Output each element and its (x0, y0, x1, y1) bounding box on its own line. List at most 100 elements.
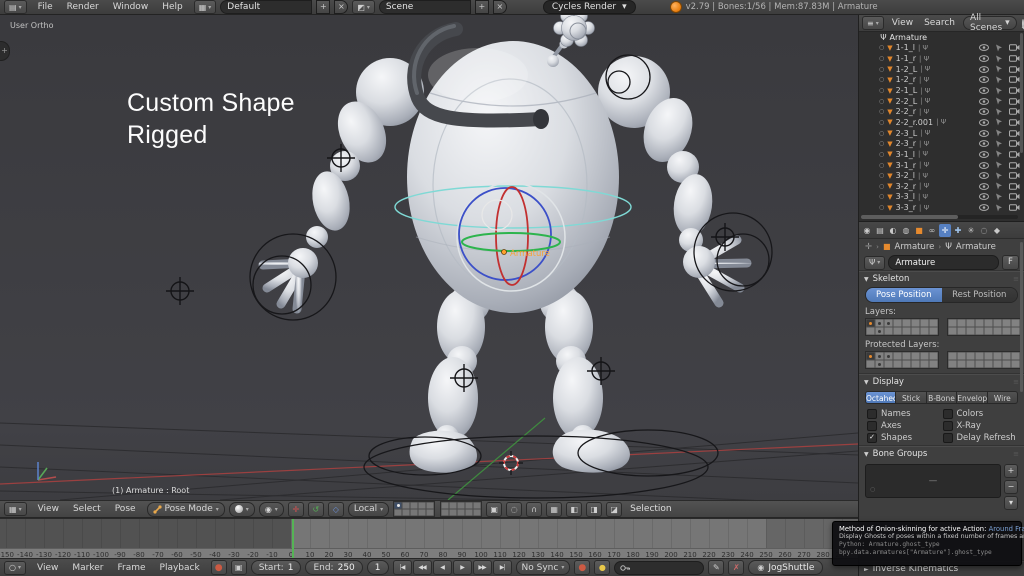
outliner-row[interactable]: ○ ▼ 3-1_l | Ψ (859, 149, 1020, 160)
outliner-row[interactable]: ○ ▼ 1-1_l | Ψ (859, 43, 1020, 54)
outliner-row[interactable]: ○ ▼ 2-3_L | Ψ (859, 128, 1020, 139)
topbar-menu[interactable]: Render (60, 2, 106, 12)
renderable-camera-icon[interactable] (1008, 119, 1020, 126)
layer-cell[interactable] (984, 360, 993, 368)
screen-layout-field[interactable]: Default (220, 0, 312, 14)
renderable-camera-icon[interactable] (1008, 66, 1020, 73)
layer-cell[interactable] (893, 352, 902, 360)
expand-toggle-icon[interactable]: ○ (879, 140, 884, 147)
layer-cell[interactable] (893, 319, 902, 327)
selectable-arrow-icon[interactable] (993, 65, 1005, 73)
manipulator-scale-icon[interactable]: ◇ (328, 502, 344, 517)
expand-toggle-icon[interactable]: ○ (879, 87, 884, 94)
layer-cell[interactable] (911, 327, 920, 335)
layer-cell[interactable] (966, 360, 975, 368)
layer-cell[interactable] (957, 360, 966, 368)
selectable-arrow-icon[interactable] (993, 76, 1005, 84)
properties-tab-modifiers-icon[interactable]: ✚ (952, 224, 964, 237)
add-group-button[interactable]: + (1004, 464, 1018, 478)
layer-cell[interactable] (911, 352, 920, 360)
renderable-camera-icon[interactable] (1008, 172, 1020, 179)
topbar-menu[interactable]: File (31, 2, 60, 12)
layer-cell[interactable] (920, 360, 929, 368)
timeline-menu[interactable]: Playback (153, 563, 207, 573)
layer-cell[interactable] (902, 352, 911, 360)
outliner-row[interactable]: ○ ▼ 2-3_r | Ψ (859, 138, 1020, 149)
layer-cell[interactable] (975, 360, 984, 368)
properties-tab-constraints-icon[interactable]: ∞ (926, 224, 938, 237)
properties-tab-physics-icon[interactable]: ◌ (978, 224, 990, 237)
renderable-camera-icon[interactable] (1008, 204, 1020, 211)
jump-to-end-button[interactable]: ▶| (493, 560, 512, 575)
layer-cell[interactable] (866, 319, 875, 327)
breadcrumb-object[interactable]: Armature (895, 242, 935, 252)
end-frame-field[interactable]: End:250 (305, 560, 362, 575)
pose-paste-flipped-icon[interactable]: ◪ (606, 502, 622, 517)
layer-cell[interactable] (948, 327, 957, 335)
layer-cell[interactable] (875, 352, 884, 360)
layer-cell[interactable] (884, 319, 893, 327)
layer-cell[interactable] (1011, 352, 1020, 360)
outliner-row[interactable]: ○ Ψ Armature | Ψ (859, 32, 1020, 43)
checkbox[interactable] (943, 433, 953, 443)
properties-tab-material-icon[interactable]: ◆ (991, 224, 1003, 237)
add-layout-button[interactable]: + (316, 0, 330, 14)
keyingset-key-icon[interactable]: ● (594, 560, 610, 575)
outliner-row[interactable]: ○ ▼ 3-2_l | Ψ (859, 170, 1020, 181)
outliner-row[interactable]: ○ ▼ 3-2_r | Ψ (859, 181, 1020, 192)
display-mode-octahedral-button[interactable]: Octahedral (865, 391, 896, 404)
renderable-camera-icon[interactable] (1008, 183, 1020, 190)
layer-cell[interactable] (893, 360, 902, 368)
scene-layer-cell[interactable] (473, 502, 481, 509)
renderable-camera-icon[interactable] (1008, 130, 1020, 137)
renderable-camera-icon[interactable] (1008, 108, 1020, 115)
remove-group-button[interactable]: − (1004, 480, 1018, 494)
layer-cell[interactable] (984, 352, 993, 360)
add-scene-button[interactable]: + (475, 0, 489, 14)
renderable-camera-icon[interactable] (1008, 151, 1020, 158)
checkbox[interactable] (943, 409, 953, 419)
renderable-camera-icon[interactable] (1008, 140, 1020, 147)
layer-cell[interactable] (884, 327, 893, 335)
manipulator-translate-icon[interactable]: ✛ (288, 502, 304, 517)
visibility-eye-icon[interactable] (978, 55, 990, 62)
layer-cell[interactable] (866, 352, 875, 360)
selectable-arrow-icon[interactable] (993, 87, 1005, 95)
layer-cell[interactable] (902, 327, 911, 335)
layer-cell[interactable] (866, 327, 875, 335)
expand-toggle-icon[interactable]: ○ (879, 119, 884, 126)
checkbox[interactable] (867, 421, 877, 431)
layer-cell[interactable] (966, 319, 975, 327)
selectable-arrow-icon[interactable] (993, 108, 1005, 116)
search-icon[interactable] (1022, 19, 1024, 28)
selectable-arrow-icon[interactable] (993, 44, 1005, 52)
expand-toggle-icon[interactable]: ○ (879, 162, 884, 169)
scene-layer-cell[interactable] (418, 502, 426, 509)
timeline-ruler[interactable]: -150-140-130-120-110-100-90-80-70-60-50-… (0, 548, 858, 558)
timeline-menu[interactable]: Marker (65, 563, 110, 573)
visibility-eye-icon[interactable] (978, 108, 990, 115)
rest-position-button[interactable]: Rest Position (942, 288, 1018, 302)
option-delay-refresh[interactable]: Delay Refresh (943, 433, 1017, 443)
layer-cell[interactable] (920, 319, 929, 327)
visibility-eye-icon[interactable] (978, 140, 990, 147)
option-names[interactable]: Names (867, 409, 941, 419)
display-mode-wire-button[interactable]: Wire (988, 391, 1018, 404)
properties-tab-world-icon[interactable]: ◍ (900, 224, 912, 237)
layer-cell[interactable] (875, 360, 884, 368)
fake-user-button[interactable]: F (1002, 255, 1019, 270)
layer-cell[interactable] (966, 327, 975, 335)
outliner-row[interactable]: ○ ▼ 3-1_r | Ψ (859, 160, 1020, 171)
properties-tab-object-data-icon[interactable]: ✛ (939, 224, 951, 237)
snap-magnet-icon[interactable]: ∩ (526, 502, 542, 517)
layer-cell[interactable] (884, 360, 893, 368)
scene-layer-cell[interactable] (457, 502, 465, 509)
outliner-row[interactable]: ○ ▼ 3-3_r | Ψ (859, 202, 1020, 213)
current-frame-playhead[interactable] (292, 519, 294, 558)
visibility-eye-icon[interactable] (978, 76, 990, 83)
timeline-menu[interactable]: View (30, 563, 65, 573)
layer-cell[interactable] (929, 352, 938, 360)
checkbox[interactable]: ✓ (867, 433, 877, 443)
visibility-eye-icon[interactable] (978, 162, 990, 169)
selectable-arrow-icon[interactable] (993, 172, 1005, 180)
